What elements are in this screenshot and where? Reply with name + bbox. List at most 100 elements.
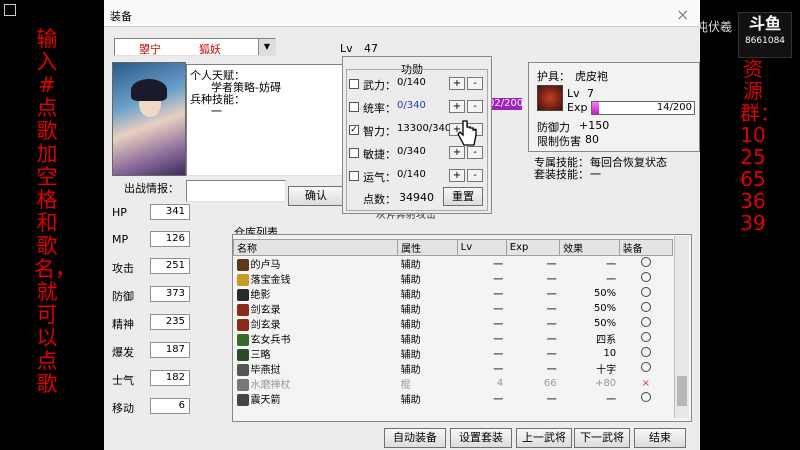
cell-eq — [619, 271, 672, 286]
reset-button[interactable]: 重置 — [443, 187, 483, 206]
table-row[interactable]: 毕燕挝 辅助 一 一 十字 — [234, 361, 673, 376]
table-row[interactable]: 三略 辅助 一 一 10 — [234, 346, 673, 361]
cell-eq — [619, 331, 672, 346]
intellect-checkbox[interactable]: ✓ — [349, 125, 359, 135]
scroll-icon — [236, 349, 249, 361]
agility-label: 敏捷： — [363, 148, 396, 161]
cell-attr: 辅助 — [400, 365, 421, 376]
arrow-icon — [236, 394, 249, 406]
battle-info-label: 出战情报： — [124, 182, 179, 195]
prev-general-button[interactable]: 上一武将 — [516, 428, 572, 448]
cell-eq — [619, 361, 672, 376]
cell-eq — [619, 346, 672, 361]
close-icon[interactable]: × — [676, 5, 689, 24]
col-attr[interactable]: 属性 — [397, 239, 458, 256]
scroll-thumb[interactable] — [677, 376, 687, 406]
dropdown-arrow[interactable]: ▼ — [258, 39, 275, 55]
equip-radio[interactable] — [640, 317, 651, 327]
level-value: 47 — [364, 42, 378, 55]
equip-radio[interactable] — [640, 272, 651, 282]
col-effect[interactable]: 效果 — [559, 239, 620, 256]
inventory-scrollbar[interactable] — [674, 236, 689, 418]
luck-minus-button[interactable]: - — [467, 169, 483, 182]
agility-checkbox[interactable] — [349, 148, 359, 158]
general-select[interactable]: 曌宁 狐妖 ▼ — [114, 38, 276, 56]
equip-radio[interactable] — [640, 362, 651, 372]
item-name: 水磨禅杖 — [250, 380, 291, 391]
exclusive-skill-value: 每回合恢复状态 — [590, 156, 667, 169]
equip-radio[interactable] — [640, 332, 651, 342]
coin-icon — [236, 274, 249, 286]
cell-exp: 一 — [546, 395, 557, 406]
table-row[interactable]: 绝影 辅助 一 一 50% — [234, 286, 673, 301]
cell-lv: 一 — [493, 365, 504, 376]
weapon-icon — [236, 364, 249, 376]
equip-radio[interactable] — [640, 287, 651, 297]
martial-plus-button[interactable]: + — [449, 77, 465, 90]
armor-lv-value: 7 — [587, 87, 594, 100]
luck-checkbox[interactable] — [349, 171, 359, 181]
right-overlay-text: 资源群：1025653639 — [740, 57, 780, 235]
command-checkbox[interactable] — [349, 102, 359, 112]
logo-text: 斗鱼 — [748, 14, 781, 33]
set-outfit-button[interactable]: 设置套装 — [450, 428, 512, 448]
col-lv[interactable]: Lv — [456, 239, 507, 256]
cell-name: 震天箭 — [234, 391, 398, 406]
level-label: Lv — [340, 42, 353, 55]
stat-value-move: 6 — [150, 398, 190, 414]
table-row[interactable]: 震天箭 辅助 一 一 一 — [234, 391, 673, 406]
armor-name: 虎皮袍 — [575, 70, 608, 83]
table-row[interactable]: 剑玄录 辅助 一 一 50% — [234, 316, 673, 331]
cell-effect: 50% — [593, 288, 617, 299]
martial-minus-button[interactable]: - — [467, 77, 483, 90]
cell-lv: 一 — [493, 320, 504, 331]
cell-effect: 一 — [606, 260, 617, 271]
table-row[interactable]: 玄女兵书 辅助 一 一 四系 — [234, 331, 673, 346]
table-row[interactable]: 剑玄录 辅助 一 一 50% — [234, 301, 673, 316]
command-value: 0/340 — [397, 100, 426, 111]
cell-name: 水磨禅杖 — [234, 376, 398, 391]
auto-equip-button[interactable]: 自动装备 — [384, 428, 446, 448]
item-name: 落宝金钱 — [250, 275, 291, 286]
next-general-button[interactable]: 下一武将 — [574, 428, 630, 448]
cell-attr: 辅助 — [400, 335, 421, 346]
luck-plus-button[interactable]: + — [449, 169, 465, 182]
cell-effect: 一 — [606, 395, 617, 406]
inventory-body: 的卢马 辅助一一一落宝金钱 辅助一一一绝影 辅助一一 50% 剑玄录 辅助一一 50% 剑玄录辅… — [234, 256, 673, 406]
set-skill-label: 套装技能： — [534, 168, 589, 181]
inventory-table: 名称 属性 Lv Exp 效果 装备 的卢马 辅助一一一落宝金钱 辅助一一一绝影 辅助… — [232, 239, 674, 406]
col-name[interactable]: 名称 — [232, 239, 399, 256]
equip-radio[interactable] — [640, 257, 651, 267]
command-plus-button[interactable]: + — [449, 100, 465, 113]
cell-effect: 10 — [603, 348, 617, 359]
cell-name: 剑玄录 — [234, 301, 398, 316]
stat-value-mp: 126 — [150, 231, 190, 247]
item-name: 玄女兵书 — [250, 335, 291, 346]
equip-radio[interactable] — [640, 302, 651, 312]
cell-attr: 辅助 — [400, 290, 421, 301]
points-value: 34940 — [399, 191, 434, 204]
confirm-button[interactable]: 确认 — [288, 186, 344, 206]
table-row[interactable]: 的卢马 辅助 一 一 一 — [234, 256, 673, 271]
col-exp[interactable]: Exp — [505, 239, 561, 256]
cell-exp: 66 — [543, 378, 557, 389]
stat-label-burst: 爆发 — [112, 346, 134, 359]
cell-exp: 一 — [546, 260, 557, 271]
inventory-header-row: 名称 属性 Lv Exp 效果 装备 — [232, 239, 674, 256]
skill-text: 一 — [211, 105, 222, 118]
unequippable-icon[interactable]: × — [642, 378, 650, 389]
equip-radio[interactable] — [640, 347, 651, 357]
cell-attr: 辅助 — [400, 350, 421, 361]
stat-label-hp: HP — [112, 206, 127, 219]
item-name: 绝影 — [250, 290, 271, 301]
table-row[interactable]: 水磨禅杖 棍 4 66 +80 × — [234, 376, 673, 391]
logo-id: 8661084 — [744, 36, 786, 46]
col-equip[interactable]: 装备 — [618, 239, 674, 256]
armor-dmg-value: 80 — [585, 133, 599, 146]
end-button[interactable]: 结束 — [634, 428, 686, 448]
command-minus-button[interactable]: - — [467, 100, 483, 113]
cell-eq — [619, 316, 672, 331]
martial-checkbox[interactable] — [349, 79, 359, 89]
equip-radio[interactable] — [640, 392, 651, 402]
table-row[interactable]: 落宝金钱 辅助 一 一 一 — [234, 271, 673, 286]
